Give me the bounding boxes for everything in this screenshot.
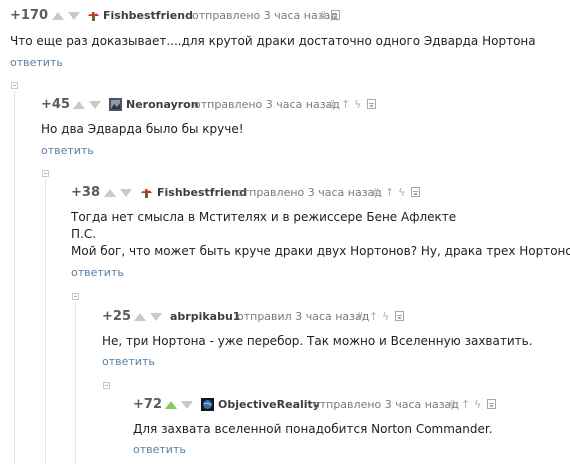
comment-text: Но два Эдварда было бы круче! xyxy=(41,122,244,136)
reply-link[interactable]: ответить xyxy=(41,144,94,158)
comment-3: +38 Fishbestfriend отправлено 3 часа наз… xyxy=(0,184,570,284)
parent-comment-icon[interactable]: ↑ xyxy=(369,311,378,323)
branch-icon[interactable]: ϟ xyxy=(382,311,389,323)
comment-header: +45 Neronayron отправлено 3 часа назад #… xyxy=(0,96,570,114)
comment-score: +45 xyxy=(41,97,70,112)
collapse-thread-icon[interactable] xyxy=(103,382,110,389)
permalink-icon[interactable]: # xyxy=(371,187,380,199)
comment-5: +72 ObjectiveReality отправлено 3 часа н… xyxy=(0,396,570,464)
upvote-icon[interactable] xyxy=(52,12,64,20)
comment-text: Для захвата вселенной понадобится Norton… xyxy=(133,422,493,436)
downvote-icon[interactable] xyxy=(150,313,162,321)
downvote-icon[interactable] xyxy=(68,12,80,20)
comment-text-line-2: П.С. xyxy=(71,227,97,241)
mushroom-icon xyxy=(141,189,152,198)
upvote-icon[interactable] xyxy=(73,101,85,109)
save-icon[interactable] xyxy=(331,10,340,20)
reply-link[interactable]: ответить xyxy=(102,355,155,369)
comment-timestamp: отправлено 3 часа назад xyxy=(194,98,340,111)
planet-avatar-icon xyxy=(201,398,214,411)
comment-author[interactable]: abrpikabu1 xyxy=(170,308,240,326)
branch-icon[interactable]: ϟ xyxy=(354,99,361,111)
comment-score: +25 xyxy=(102,309,131,324)
comment-timestamp: отправлено 3 часа назад xyxy=(236,186,382,199)
permalink-icon[interactable]: # xyxy=(318,10,327,22)
comment-1: +170 Fishbestfriend отправлено 3 часа на… xyxy=(0,7,570,70)
collapse-thread-icon[interactable] xyxy=(72,293,79,300)
save-icon[interactable] xyxy=(411,187,420,197)
photo-avatar-icon xyxy=(109,98,122,111)
permalink-icon[interactable]: # xyxy=(447,399,456,411)
comment-header: +25 abrpikabu1 отправил 3 часа назад # ↑… xyxy=(0,308,570,326)
comment-author[interactable]: Neronayron xyxy=(126,96,199,114)
save-icon[interactable] xyxy=(487,399,496,409)
comment-2: +45 Neronayron отправлено 3 часа назад #… xyxy=(0,96,570,158)
comment-4: +25 abrpikabu1 отправил 3 часа назад # ↑… xyxy=(0,308,570,374)
comment-text: Что еще раз доказывает....для крутой дра… xyxy=(10,34,536,48)
parent-comment-icon[interactable]: ↑ xyxy=(461,399,470,411)
downvote-icon[interactable] xyxy=(89,101,101,109)
comment-score: +38 xyxy=(71,185,100,200)
comment-text-line-3: Мой бог, что может быть круче драки двух… xyxy=(71,244,570,258)
comment-author[interactable]: Fishbestfriend xyxy=(103,7,193,25)
upvote-icon[interactable] xyxy=(104,189,116,197)
collapse-thread-icon[interactable] xyxy=(42,170,49,177)
comment-header: +38 Fishbestfriend отправлено 3 часа наз… xyxy=(0,184,570,202)
upvote-icon[interactable] xyxy=(165,401,177,409)
comment-author[interactable]: ObjectiveReality xyxy=(218,396,320,414)
reply-link[interactable]: ответить xyxy=(133,443,186,457)
parent-comment-icon[interactable]: ↑ xyxy=(341,99,350,111)
reply-link[interactable]: ответить xyxy=(10,56,63,70)
comment-header: +170 Fishbestfriend отправлено 3 часа на… xyxy=(0,7,570,25)
downvote-icon[interactable] xyxy=(181,401,193,409)
save-icon[interactable] xyxy=(367,99,376,109)
comment-header: +72 ObjectiveReality отправлено 3 часа н… xyxy=(0,396,570,414)
comment-text-line-1: Тогда нет смысла в Мстителях и в режиссе… xyxy=(71,210,457,224)
comment-score: +72 xyxy=(133,397,162,412)
comment-score: +170 xyxy=(10,8,49,23)
comment-timestamp: отправлено 3 часа назад xyxy=(313,398,459,411)
save-icon[interactable] xyxy=(395,311,404,321)
permalink-icon[interactable]: # xyxy=(355,311,364,323)
reply-link[interactable]: ответить xyxy=(71,266,124,280)
comment-timestamp: отправлено 3 часа назад xyxy=(192,9,338,22)
permalink-icon[interactable]: # xyxy=(327,99,336,111)
branch-icon[interactable]: ϟ xyxy=(474,399,481,411)
parent-comment-icon[interactable]: ↑ xyxy=(385,187,394,199)
comment-text: Не, три Нортона - уже перебор. Так можно… xyxy=(102,334,533,348)
mushroom-icon xyxy=(88,12,99,21)
branch-icon[interactable]: ϟ xyxy=(398,187,405,199)
upvote-icon[interactable] xyxy=(134,313,146,321)
comment-author[interactable]: Fishbestfriend xyxy=(157,184,247,202)
collapse-thread-icon[interactable] xyxy=(11,82,18,89)
downvote-icon[interactable] xyxy=(120,189,132,197)
comment-timestamp: отправил 3 часа назад xyxy=(237,310,370,323)
